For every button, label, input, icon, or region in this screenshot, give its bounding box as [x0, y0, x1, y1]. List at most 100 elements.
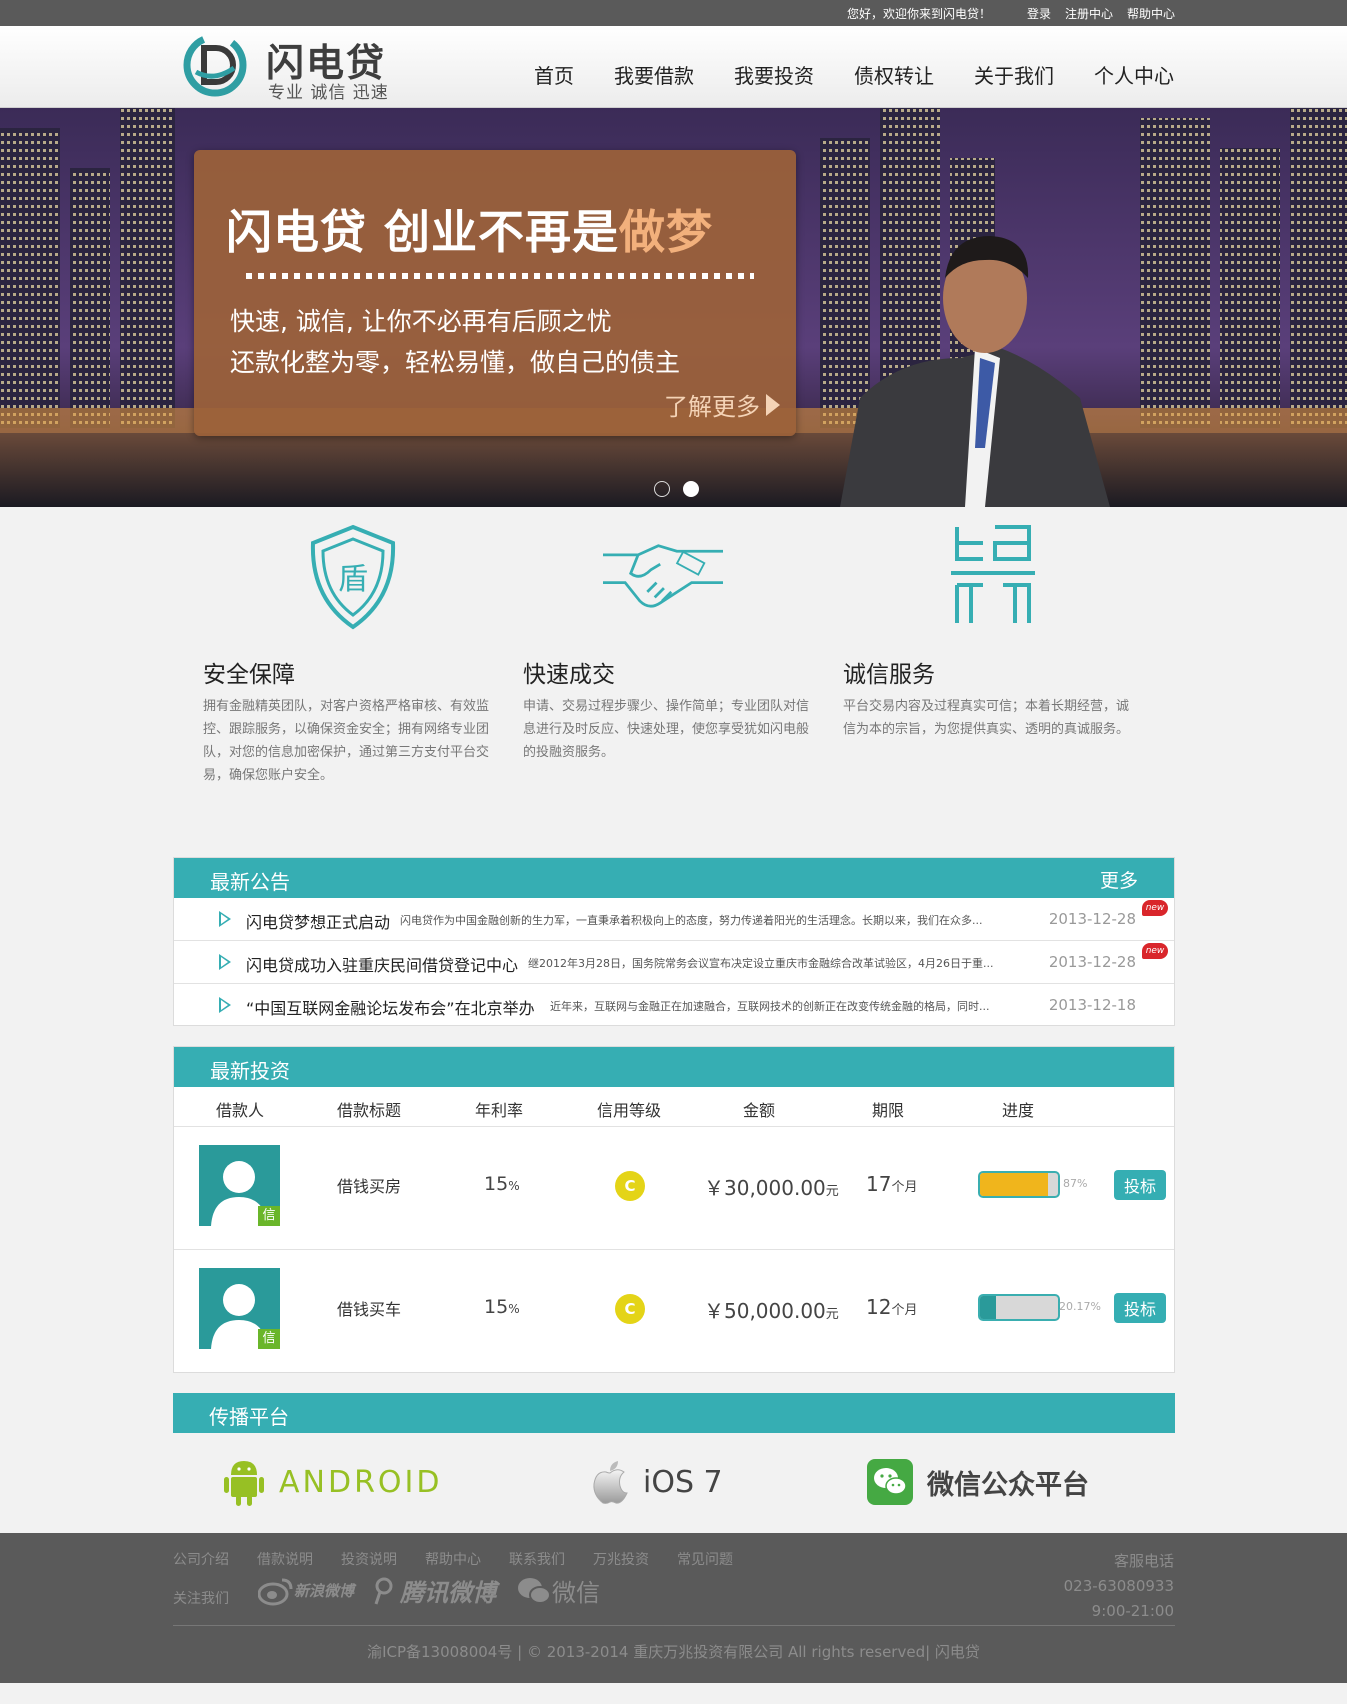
loan-amount: ￥30,000.00元 [704, 1176, 839, 1200]
hotline-label: 客服电话 [1113, 1552, 1174, 1570]
notice-panel: 最新公告 更多 闪电贷梦想正式启动 闪电贷作为中国金融创新的生力军，一直秉承着积… [173, 857, 1175, 1026]
nav-invest[interactable]: 我要投资 [734, 60, 814, 89]
notice-date: 2013-12-18 [1048, 996, 1136, 1014]
notice-date: 2013-12-28 [1048, 953, 1136, 971]
notice-summary: 继2012年3月28日，国务院常务会议宣布决定设立重庆市金融综合改革试验区，4月… [528, 957, 994, 970]
platform-android[interactable]: ANDROID [223, 1452, 442, 1512]
notice-more-link[interactable]: 更多 [1100, 866, 1138, 893]
promo-card: 闪电贷 创业不再是做梦 快速, 诚信, 让你不必再有后顾之忧 还款化整为零，轻松… [194, 150, 796, 436]
notice-title[interactable]: “中国互联网金融论坛发布会”在北京举办 [246, 995, 535, 1019]
annual-rate: 15% [484, 1296, 520, 1318]
notice-panel-header: 最新公告 更多 [174, 858, 1174, 898]
social-sina-weibo[interactable]: 新浪微博 [258, 1576, 354, 1606]
social-tencent-weibo[interactable]: 腾讯微博 [374, 1573, 496, 1608]
credit-grade-badge: C [615, 1294, 645, 1324]
learn-more-link[interactable]: 了解更多 [664, 387, 780, 422]
credit-badge-icon: 信 [258, 1206, 280, 1226]
feature-security-desc: 拥有金融精英团队，对客户资格严格审核、有效监控、跟踪服务，以确保资金安全；拥有网… [203, 699, 490, 783]
footer-link-wanzhao[interactable]: 万兆投资 [593, 1549, 649, 1569]
col-borrower: 借款人 [216, 1101, 265, 1120]
top-utility-bar: 您好，欢迎你来到闪电贷！ 登录 注册中心 帮助中心 [0, 0, 1347, 26]
avatar: 信 [199, 1145, 280, 1226]
nav-home[interactable]: 首页 [534, 60, 574, 89]
investment-row: 信 借钱买车 15% C ￥50,000.00元 12个月 20.17% 投标 [174, 1250, 1174, 1373]
hotline-hours: 9:00-21:00 [1091, 1602, 1174, 1620]
feature-integrity-desc: 平台交易内容及过程真实可信；本着长期经营，诚信为本的宗旨，为您提供真实、透明的真… [843, 699, 1130, 737]
bid-button[interactable]: 投标 [1114, 1293, 1166, 1323]
shield-icon: 盾 [310, 524, 396, 630]
register-link[interactable]: 注册中心 [1065, 5, 1113, 22]
tencent-weibo-icon [374, 1577, 393, 1604]
platform-wechat[interactable]: 微信公众平台 [867, 1452, 1089, 1512]
investment-row: 信 借钱买房 15% C ￥30,000.00元 17个月 87% 投标 [174, 1127, 1174, 1250]
platform-wechat-label: 微信公众平台 [927, 1469, 1089, 1501]
notice-item[interactable]: 闪电贷成功入驻重庆民间借贷登记中心 继2012年3月28日，国务院常务会议宣布决… [174, 941, 1174, 984]
sina-weibo-icon [258, 1578, 293, 1605]
notice-panel-title: 最新公告 [210, 870, 290, 894]
feature-integrity-title: 诚信服务 [843, 662, 935, 688]
col-loan-title: 借款标题 [337, 1101, 402, 1120]
investment-panel-title: 最新投资 [210, 1059, 290, 1083]
loan-title[interactable]: 借钱买房 [337, 1173, 401, 1197]
play-triangle-icon [219, 997, 231, 1013]
welcome-text: 您好，欢迎你来到闪电贷！ [846, 6, 991, 21]
svg-text:盾: 盾 [338, 562, 368, 597]
site-footer: 公司介绍 借款说明 投资说明 帮助中心 联系我们 万兆投资 常见问题 关注我们 … [0, 1533, 1347, 1683]
wechat-icon [867, 1459, 913, 1505]
copyright: 渝ICP备13008004号 | © 2013-2014 重庆万兆投资有限公司 … [367, 1643, 980, 1661]
footer-link-invest-guide[interactable]: 投资说明 [341, 1549, 397, 1569]
android-icon [224, 1461, 264, 1506]
progress-bar [978, 1294, 1060, 1321]
progress-label: 20.17% [1059, 1300, 1101, 1313]
credit-badge-icon: 信 [258, 1329, 280, 1349]
footer-link-contact[interactable]: 联系我们 [509, 1549, 565, 1569]
feature-fast-desc: 申请、交易过程步骤少、操作简单；专业团队对信息进行及时反应、快速处理，使您享受犹… [523, 699, 810, 760]
notice-item[interactable]: “中国互联网金融论坛发布会”在北京举办 近年来，互联网与金融正在加速融合，互联网… [174, 984, 1174, 1027]
footer-link-help[interactable]: 帮助中心 [425, 1549, 481, 1569]
play-triangle-icon [219, 911, 231, 927]
notice-date: 2013-12-28 [1048, 910, 1136, 928]
nav-about[interactable]: 关于我们 [974, 60, 1054, 89]
col-annual-rate: 年利率 [475, 1101, 524, 1120]
col-term: 期限 [872, 1101, 905, 1120]
footer-link-faq[interactable]: 常见问题 [677, 1549, 733, 1569]
footer-link-borrow-guide[interactable]: 借款说明 [257, 1549, 313, 1569]
logo-mark-icon [183, 33, 247, 97]
site-logo[interactable]: 闪电贷 专业 诚信 迅速 [182, 30, 402, 103]
footer-divider [173, 1625, 1175, 1626]
hotline-number: 023-63080933 [1063, 1577, 1174, 1595]
slider-dot-1[interactable] [654, 481, 670, 497]
promo-divider [246, 273, 754, 279]
play-triangle-icon [219, 954, 231, 970]
footer-link-company[interactable]: 公司介绍 [173, 1549, 229, 1569]
help-link[interactable]: 帮助中心 [1127, 5, 1175, 22]
promo-title: 闪电贷 创业不再是做梦 [226, 205, 714, 259]
progress-label: 87% [1063, 1177, 1088, 1190]
social-wechat[interactable]: 微信 [516, 1573, 600, 1608]
avatar: 信 [199, 1268, 280, 1349]
platform-ios[interactable]: iOS 7 [591, 1452, 723, 1512]
notice-summary: 近年来，互联网与金融正在加速融合，互联网技术的创新正在改变传统金融的格局，同时.… [550, 1000, 990, 1013]
platform-panel-header: 传播平台 [173, 1393, 1175, 1433]
play-arrow-icon [766, 393, 780, 416]
nav-account[interactable]: 个人中心 [1094, 60, 1174, 89]
col-credit-grade: 信用等级 [597, 1101, 662, 1120]
bid-button[interactable]: 投标 [1114, 1170, 1166, 1200]
hotline: 客服电话 023-63080933 9:00-21:00 [1064, 1549, 1174, 1624]
platform-android-label: ANDROID [279, 1464, 443, 1500]
platform-panel-title: 传播平台 [209, 1405, 289, 1429]
loan-title[interactable]: 借钱买车 [337, 1296, 401, 1320]
promo-line-1: 快速, 诚信, 让你不必再有后顾之忧 [230, 307, 612, 336]
seal-icon [951, 525, 1035, 623]
brand-slogan: 专业 诚信 迅速 [268, 83, 389, 103]
notice-title[interactable]: 闪电贷梦想正式启动 [246, 909, 390, 933]
notice-item[interactable]: 闪电贷梦想正式启动 闪电贷作为中国金融创新的生力军，一直秉承着积极向上的态度，努… [174, 898, 1174, 941]
nav-debt-transfer[interactable]: 债权转让 [854, 60, 934, 89]
annual-rate: 15% [484, 1173, 520, 1195]
slider-dot-2[interactable] [683, 481, 699, 497]
hero-banner[interactable]: 闪电贷 创业不再是做梦 快速, 诚信, 让你不必再有后顾之忧 还款化整为零，轻松… [0, 108, 1347, 507]
investment-panel: 最新投资 借款人 借款标题 年利率 信用等级 金额 期限 进度 信 借钱买房 1… [173, 1046, 1175, 1373]
nav-borrow[interactable]: 我要借款 [614, 60, 694, 89]
notice-title[interactable]: 闪电贷成功入驻重庆民间借贷登记中心 [246, 952, 518, 976]
login-link[interactable]: 登录 [1027, 5, 1051, 22]
